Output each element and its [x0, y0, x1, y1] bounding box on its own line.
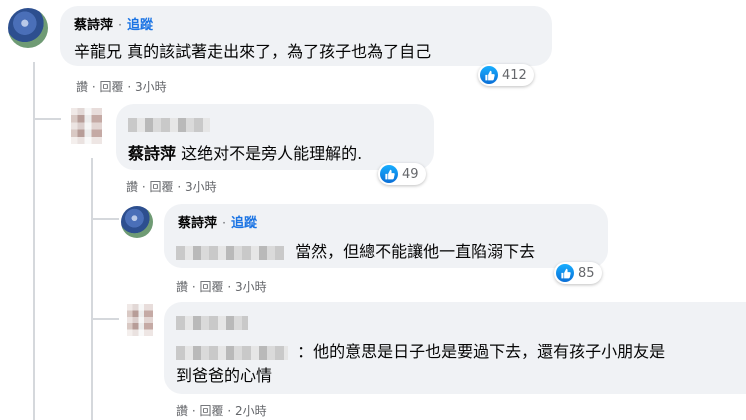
comment-author[interactable]: 蔡詩萍: [74, 18, 113, 33]
thumbs-up-icon: [380, 165, 398, 183]
comment-bubble: ：他的意思是日子也是要過下去，還有孩子小朋友是 到爸爸的心情: [164, 302, 746, 394]
thread-line-main: [33, 62, 35, 420]
comment-actions: 讚 · 回覆 · 3小時: [176, 278, 267, 295]
timestamp[interactable]: 3小時: [235, 280, 267, 294]
like-button[interactable]: 讚: [176, 404, 188, 418]
blurred-author-name: [128, 114, 210, 133]
comment-text: 當然，但總不能讓他一直陷溺下去: [295, 242, 536, 261]
comment-text-row: 當然，但總不能讓他一直陷溺下去: [176, 238, 535, 262]
comment-actions: 讚 · 回覆 · 2小時: [176, 402, 267, 419]
separator: ·: [191, 404, 196, 418]
reply-button[interactable]: 回覆: [200, 404, 224, 418]
comment-text-line-1: ：他的意思是日子也是要過下去，還有孩子小朋友是: [297, 342, 666, 361]
comment-text-line-2: 到爸爸的心情: [176, 366, 273, 385]
reaction-count[interactable]: 85: [554, 262, 602, 284]
reaction-number: 49: [402, 166, 419, 182]
comment-author[interactable]: 蔡詩萍: [178, 216, 217, 231]
reaction-count[interactable]: 412: [478, 64, 534, 86]
separator: ·: [227, 404, 232, 418]
avatar[interactable]: [121, 206, 153, 238]
thumbs-up-icon: [480, 66, 498, 84]
reaction-number: 412: [502, 67, 527, 83]
reply-button[interactable]: 回覆: [150, 180, 174, 194]
separator: ·: [127, 80, 132, 94]
follow-link[interactable]: 追蹤: [127, 18, 153, 33]
comment-bubble: 蔡詩萍 · 追蹤 當然，但總不能讓他一直陷溺下去: [164, 204, 608, 268]
separator: ·: [141, 180, 146, 194]
follow-link[interactable]: 追蹤: [231, 216, 257, 231]
comment-text-row: ：他的意思是日子也是要過下去，還有孩子小朋友是: [176, 338, 665, 362]
separator: ·: [177, 180, 182, 194]
separator: ·: [222, 216, 226, 230]
separator: ·: [227, 280, 232, 294]
like-button[interactable]: 讚: [126, 180, 138, 194]
reply-button[interactable]: 回覆: [100, 80, 124, 94]
thread-line-sub: [91, 158, 93, 420]
comment-bubble: 蔡詩萍 · 追蹤 辛龍兄 真的該試著走出來了，為了孩子也為了自己: [60, 6, 552, 66]
avatar[interactable]: [8, 8, 48, 48]
reaction-number: 85: [578, 265, 595, 281]
like-button[interactable]: 讚: [76, 80, 88, 94]
comment-text-row: 蔡詩萍 这绝对不是旁人能理解的.: [128, 140, 362, 164]
thread-line-branch-2: [91, 218, 119, 220]
blurred-mention: [176, 245, 284, 260]
thread-line-branch-1: [33, 118, 61, 120]
comment-actions: 讚 · 回覆 · 3小時: [126, 178, 217, 195]
thumbs-up-icon: [556, 264, 574, 282]
comment-actions: 讚 · 回覆 · 3小時: [76, 78, 167, 95]
timestamp[interactable]: 3小時: [135, 80, 167, 94]
avatar[interactable]: [121, 304, 153, 336]
mention-link[interactable]: 蔡詩萍: [128, 144, 176, 163]
avatar[interactable]: [64, 108, 102, 144]
timestamp[interactable]: 2小時: [235, 404, 267, 418]
comment-text: 辛龍兄 真的該試著走出來了，為了孩子也為了自己: [74, 42, 432, 61]
reaction-count[interactable]: 49: [378, 163, 426, 185]
separator: ·: [91, 80, 96, 94]
blurred-mention: [176, 345, 288, 360]
comment-bubble: 蔡詩萍 这绝对不是旁人能理解的.: [116, 104, 434, 170]
like-button[interactable]: 讚: [176, 280, 188, 294]
separator: ·: [118, 18, 122, 32]
timestamp[interactable]: 3小時: [185, 180, 217, 194]
reply-button[interactable]: 回覆: [200, 280, 224, 294]
comment-text: 这绝对不是旁人能理解的.: [181, 144, 363, 163]
thread-line-branch-3: [91, 318, 119, 320]
separator: ·: [191, 280, 196, 294]
blurred-author-name: [176, 312, 248, 331]
